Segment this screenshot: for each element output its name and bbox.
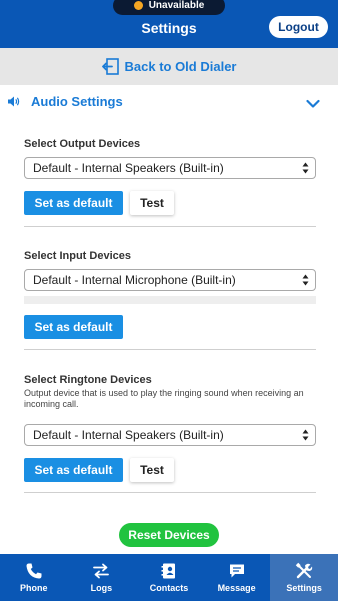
status-indicator[interactable]: Unavailable [113, 0, 225, 15]
output-devices-label: Select Output Devices [24, 138, 141, 150]
exit-door-icon [101, 58, 119, 75]
app-header: Unavailable Settings Logout [0, 0, 338, 48]
tab-settings[interactable]: Settings [270, 554, 338, 601]
contacts-icon [161, 563, 175, 579]
audio-settings-title: Audio Settings [31, 94, 123, 109]
bottom-tab-bar: Phone Logs Contacts Message Settings [0, 554, 338, 601]
input-level-meter [24, 296, 316, 304]
output-device-select[interactable]: Default - Internal Speakers (Built-in) [24, 157, 316, 179]
input-device-select[interactable]: Default - Internal Microphone (Built-in) [24, 269, 316, 291]
back-link-label: Back to Old Dialer [124, 59, 237, 74]
settings-tools-icon [295, 562, 313, 579]
message-icon [229, 564, 244, 578]
tab-label: Logs [90, 583, 113, 593]
ringtone-device-value: Default - Internal Speakers (Built-in) [33, 428, 224, 442]
ringtone-devices-group: Select Ringtone Devices Output device th… [24, 374, 316, 484]
input-set-default-button[interactable]: Set as default [24, 315, 123, 339]
reset-devices-button[interactable]: Reset Devices [119, 523, 219, 547]
logout-button[interactable]: Logout [269, 16, 328, 38]
back-to-old-dialer-link[interactable]: Back to Old Dialer [0, 48, 338, 85]
audio-settings-header[interactable]: Audio Settings [0, 87, 338, 117]
divider [24, 492, 316, 493]
ringtone-device-select[interactable]: Default - Internal Speakers (Built-in) [24, 424, 316, 446]
select-arrows-icon [302, 274, 309, 286]
phone-icon [26, 563, 42, 579]
tab-contacts[interactable]: Contacts [135, 554, 203, 601]
tab-label: Message [217, 583, 256, 593]
select-arrows-icon [302, 162, 309, 174]
status-dot [133, 1, 143, 10]
ringtone-test-button[interactable]: Test [130, 458, 174, 482]
status-label: Unavailable [148, 0, 205, 11]
select-arrows-icon [302, 429, 309, 441]
ringtone-devices-label: Select Ringtone Devices [24, 374, 152, 386]
ringtone-set-default-button[interactable]: Set as default [24, 458, 123, 482]
ringtone-description: Output device that is used to play the r… [24, 388, 304, 409]
speaker-icon [8, 96, 20, 107]
tab-label: Contacts [149, 583, 189, 593]
chevron-down-icon[interactable] [306, 99, 320, 109]
tab-label: Phone [20, 583, 48, 593]
output-device-value: Default - Internal Speakers (Built-in) [33, 161, 224, 175]
output-devices-group: Select Output Devices Default - Internal… [24, 138, 316, 218]
tab-label: Settings [286, 583, 322, 593]
divider [24, 226, 316, 227]
input-devices-group: Select Input Devices Default - Internal … [24, 250, 316, 340]
input-device-value: Default - Internal Microphone (Built-in) [33, 273, 236, 287]
input-devices-label: Select Input Devices [24, 250, 131, 262]
divider [24, 349, 316, 350]
tab-phone[interactable]: Phone [0, 554, 68, 601]
output-test-button[interactable]: Test [130, 191, 174, 215]
tab-message[interactable]: Message [203, 554, 271, 601]
tab-logs[interactable]: Logs [68, 554, 136, 601]
logs-icon [93, 563, 110, 579]
output-set-default-button[interactable]: Set as default [24, 191, 123, 215]
